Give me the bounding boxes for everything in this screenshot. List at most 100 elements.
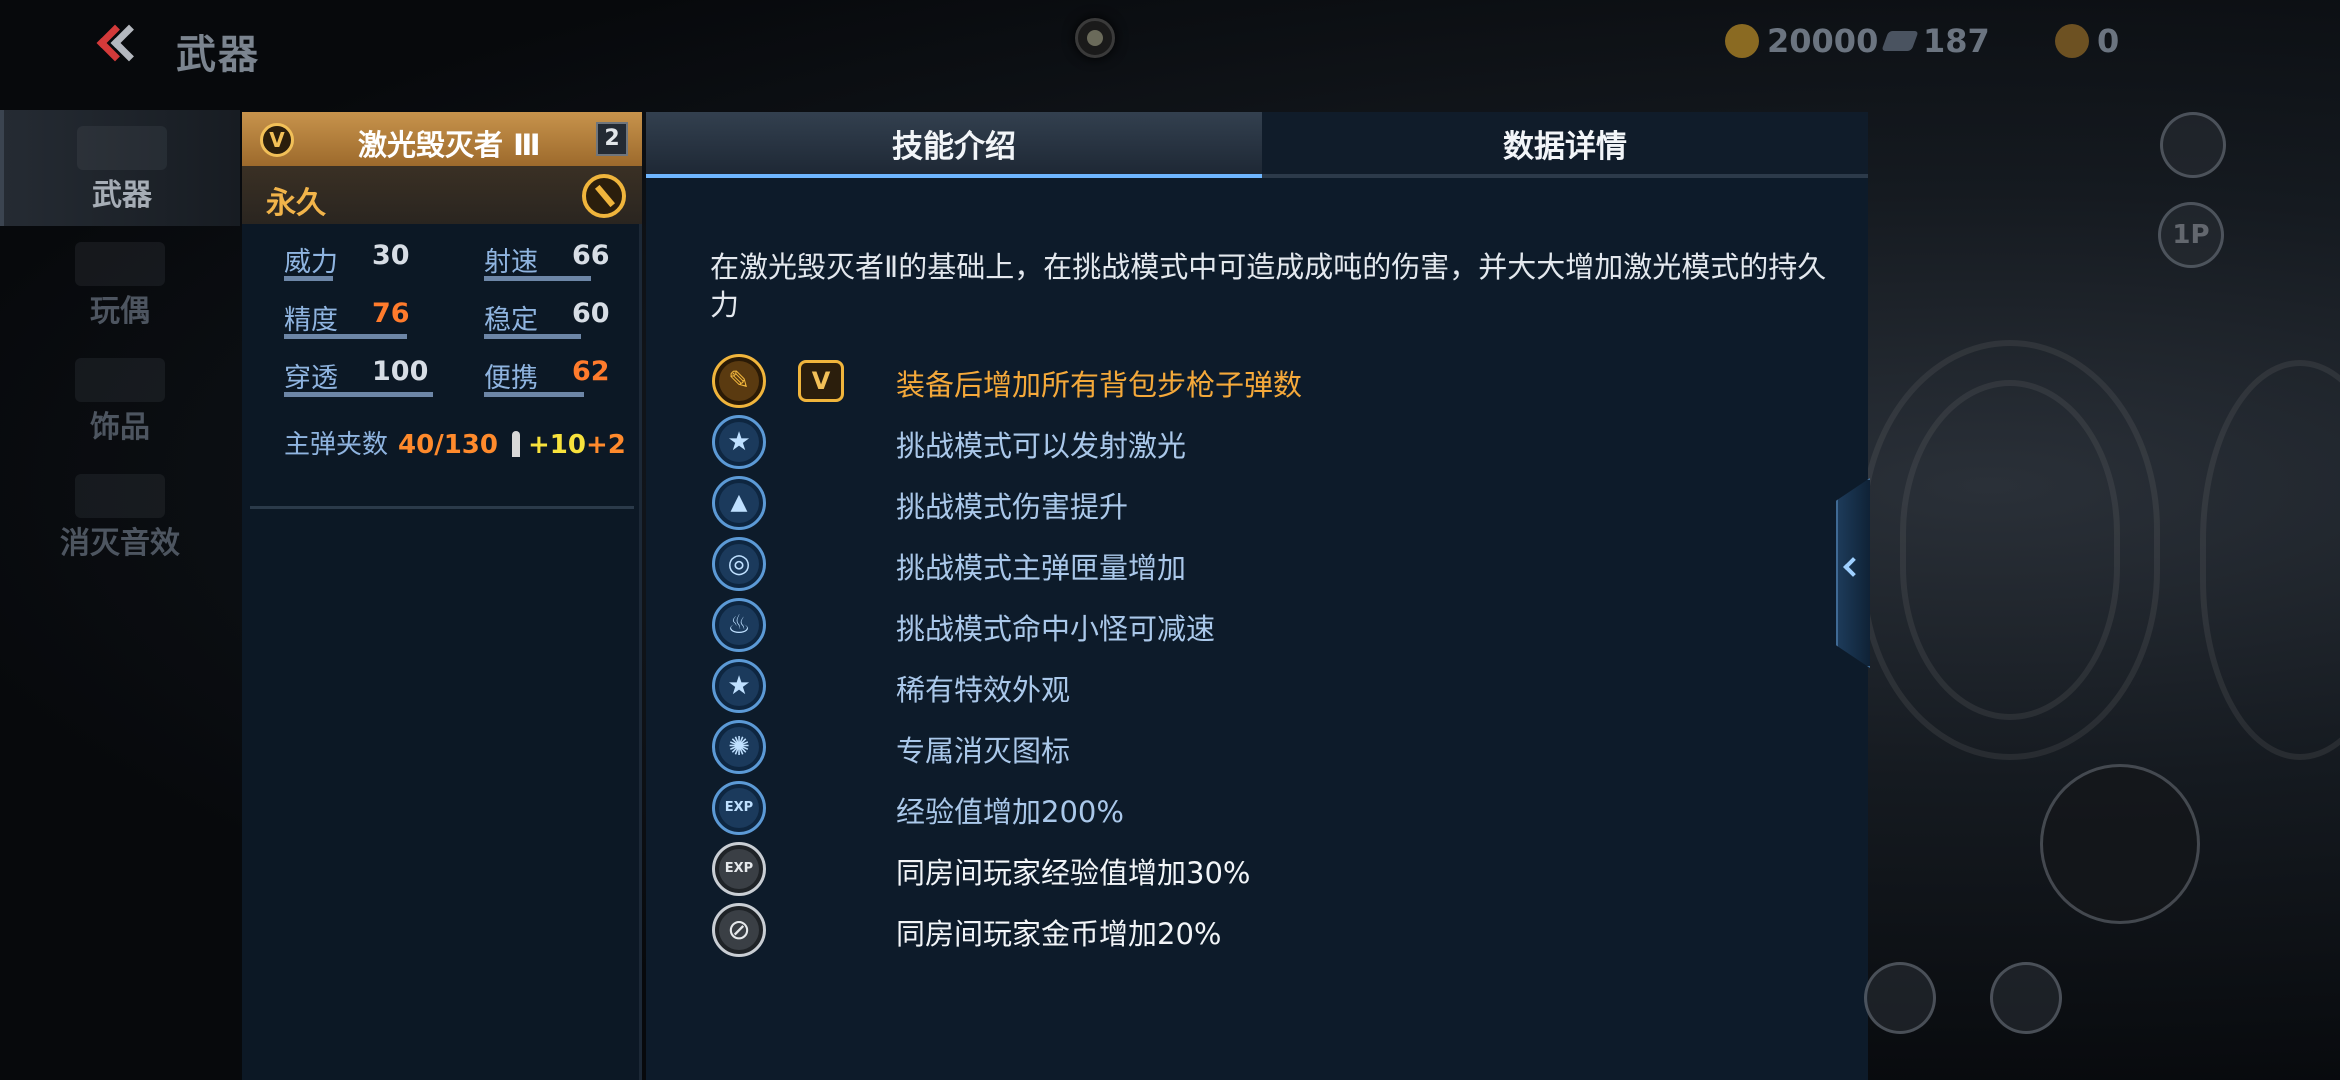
crosshair-icon	[712, 537, 766, 591]
ammo-type-icon	[582, 174, 626, 218]
gold-coin-icon	[1725, 24, 1759, 58]
clip-info: 主弹夹数 40/130 +10+2	[284, 424, 626, 461]
speaker-icon	[75, 474, 165, 518]
damage-up-icon	[712, 476, 766, 530]
category-weapon[interactable]: 武器	[0, 110, 240, 226]
star-icon	[712, 659, 766, 713]
skill-item: 同房间玩家经验值增加30%	[712, 842, 1812, 898]
skill-text: 挑战模式命中小怪可减速	[896, 612, 1216, 646]
skill-text: 挑战模式伤害提升	[896, 490, 1129, 524]
stat-bar	[284, 276, 333, 281]
skill-panel: 技能介绍 数据详情 在激光毁灭者Ⅱ的基础上，在挑战模式中可造成成吨的伤害，并大大…	[646, 112, 1868, 1080]
weapon-card-header: V 激光毁灭者 Ⅲ 2	[242, 112, 642, 166]
chevron-left-icon	[1843, 557, 1863, 577]
swap-weapon-button[interactable]	[1990, 962, 2062, 1034]
skill-text: 挑战模式可以发射激光	[896, 429, 1187, 463]
stat-value: 60	[572, 298, 610, 329]
skill-item: V 装备后增加所有背包步枪子弹数	[712, 354, 1812, 410]
medal-currency[interactable]: 0	[2055, 22, 2119, 60]
rank-v-icon: V	[798, 360, 844, 402]
level-badge: 2	[596, 122, 628, 156]
stat-portability: 便携 62	[484, 356, 614, 397]
gold-amount: 20000	[1767, 22, 1879, 60]
skill-text: 同房间玩家金币增加20%	[896, 917, 1222, 951]
skill-item: 挑战模式伤害提升	[712, 476, 1812, 532]
background-target	[1900, 380, 2120, 720]
kill-icon	[712, 720, 766, 774]
stat-bar	[484, 334, 581, 339]
medal-icon	[2055, 24, 2089, 58]
stat-penetration: 穿透 100	[284, 356, 464, 397]
fire-button[interactable]	[2040, 764, 2200, 924]
stat-value: 62	[572, 356, 610, 387]
gem-amount: 187	[1923, 22, 1990, 60]
view-mode-button[interactable]: 1P	[2158, 202, 2224, 268]
stat-bar	[484, 392, 584, 397]
clip-value: 40/130	[398, 430, 498, 460]
tab-bar: 技能介绍 数据详情	[646, 112, 1868, 180]
category-label: 玩偶	[90, 294, 150, 329]
category-accessory[interactable]: 饰品	[0, 342, 240, 458]
clip-label: 主弹夹数	[284, 430, 389, 460]
bullet-icon	[511, 431, 520, 457]
center-orb-icon	[1075, 18, 1115, 58]
skill-text: 挑战模式主弹匣量增加	[896, 551, 1187, 585]
stat-value: 76	[372, 298, 410, 329]
skill-item: 同房间玩家金币增加20%	[712, 903, 1812, 959]
exp-icon	[712, 842, 766, 896]
stat-bar	[284, 392, 433, 397]
medal-amount: 0	[2097, 22, 2120, 60]
accessory-icon	[75, 358, 165, 402]
skill-item: 稀有特效外观	[712, 659, 1812, 715]
category-label: 武器	[92, 178, 152, 213]
stat-label: 稳定	[484, 305, 538, 336]
rifle-icon	[77, 126, 167, 170]
top-bar: 武器 20000 187 0	[0, 0, 2340, 92]
settings-button[interactable]	[2160, 112, 2226, 178]
skill-text: 装备后增加所有背包步枪子弹数	[896, 368, 1303, 402]
weapon-duration-row: 永久	[242, 166, 642, 224]
stat-bar	[484, 276, 591, 281]
category-kill-sound[interactable]: 消灭音效	[0, 458, 240, 574]
stat-label: 精度	[284, 305, 338, 336]
skill-item: 挑战模式命中小怪可减速	[712, 598, 1812, 654]
stat-fire-rate: 射速 66	[484, 240, 614, 281]
grenade-button[interactable]	[1864, 962, 1936, 1034]
category-doll[interactable]: 玩偶	[0, 226, 240, 342]
stat-label: 威力	[284, 247, 338, 278]
gem-icon	[1881, 31, 1919, 51]
back-button[interactable]	[88, 16, 148, 76]
divider	[250, 506, 634, 509]
rank-v-icon: V	[260, 123, 294, 157]
collapse-panel-button[interactable]	[1836, 478, 1870, 668]
skill-text: 同房间玩家经验值增加30%	[896, 856, 1251, 890]
page-title: 武器	[176, 32, 260, 78]
weapon-name: 激光毁灭者 Ⅲ	[358, 128, 541, 162]
exp-icon	[712, 781, 766, 835]
skill-item: 挑战模式可以发射激光	[712, 415, 1812, 471]
gold-currency[interactable]: 20000	[1725, 22, 1878, 60]
skill-item: 专属消灭图标	[712, 720, 1812, 776]
coin-icon	[712, 903, 766, 957]
tab-data-details[interactable]: 数据详情	[1262, 112, 1868, 178]
stat-value: 100	[372, 356, 429, 387]
skill-text: 经验值增加200%	[896, 795, 1124, 829]
stat-label: 便携	[484, 363, 538, 394]
clip-bonus-secondary: +2	[585, 430, 626, 460]
category-label: 消灭音效	[60, 526, 180, 561]
category-label: 饰品	[90, 410, 150, 445]
stat-accuracy: 精度 76	[284, 298, 424, 339]
stat-value: 66	[572, 240, 610, 271]
skill-item: 经验值增加200%	[712, 781, 1812, 837]
tab-skill-intro[interactable]: 技能介绍	[646, 112, 1262, 178]
weapon-card: V 激光毁灭者 Ⅲ 2 永久 威力 30 射速 66 精度 76 稳定 60 穿…	[242, 112, 642, 1080]
gem-currency[interactable]: 187	[1881, 22, 1990, 60]
duration-label: 永久	[266, 186, 326, 221]
stat-label: 射速	[484, 247, 538, 278]
skill-text: 专属消灭图标	[896, 734, 1071, 768]
skill-text: 稀有特效外观	[896, 673, 1071, 707]
rifle-ammo-icon	[712, 354, 766, 408]
skill-description: 在激光毁灭者Ⅱ的基础上，在挑战模式中可造成成吨的伤害，并大大增加激光模式的持久力	[710, 250, 1827, 322]
star-icon	[712, 415, 766, 469]
skill-item: 挑战模式主弹匣量增加	[712, 537, 1812, 593]
